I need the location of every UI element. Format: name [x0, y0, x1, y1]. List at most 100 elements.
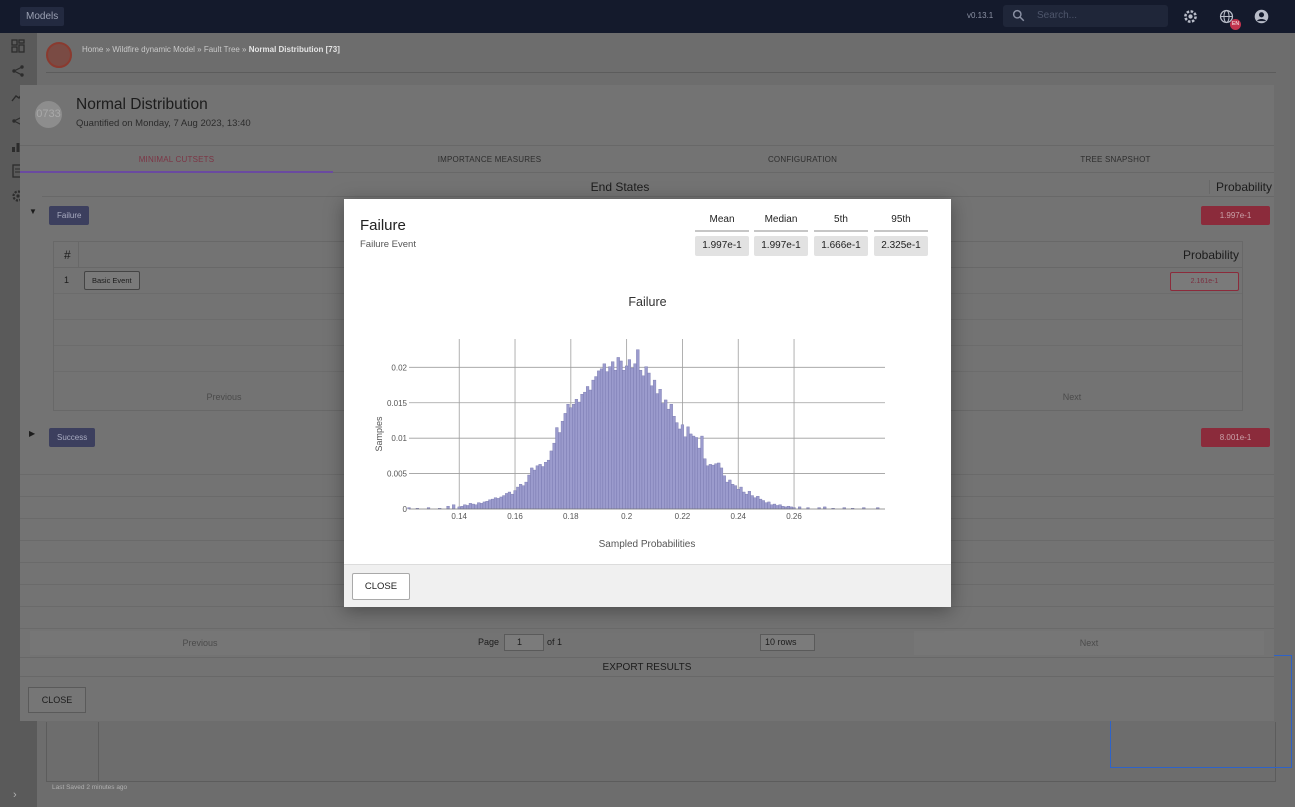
- next-page-button[interactable]: Next: [914, 631, 1264, 655]
- basic-event-chip[interactable]: Basic Event: [84, 271, 140, 290]
- histogram-bar: [625, 365, 629, 510]
- histogram-bar: [499, 496, 503, 510]
- x-tick-label: 0.14: [451, 512, 467, 521]
- histogram-bar: [764, 502, 768, 510]
- histogram-bar: [708, 464, 712, 510]
- histogram-bar: [560, 420, 565, 510]
- state-chip-success[interactable]: Success: [49, 428, 96, 447]
- x-tick-label: 0.2: [621, 512, 633, 521]
- histogram-bar: [745, 493, 749, 510]
- x-tick-label: 0.22: [675, 512, 691, 521]
- cutsets-next-button[interactable]: Next: [902, 384, 1242, 410]
- histogram-bar: [555, 427, 559, 510]
- histogram-bar: [703, 458, 707, 510]
- histogram-bar: [722, 475, 726, 510]
- previous-page-button[interactable]: Previous: [30, 631, 370, 655]
- state-probability-failure: 1.997e-1: [1201, 206, 1270, 225]
- collapse-arrow-icon[interactable]: ▼: [29, 207, 37, 216]
- quantification-close-button[interactable]: CLOSE: [28, 687, 86, 713]
- dashboard-icon[interactable]: [11, 39, 25, 53]
- histogram-bar: [599, 368, 604, 510]
- histogram-bar: [758, 498, 763, 510]
- x-tick-label: 0.16: [507, 512, 523, 521]
- histogram-bar: [669, 403, 673, 510]
- y-tick-label: 0.005: [387, 470, 408, 479]
- gear-icon[interactable]: [1182, 8, 1199, 25]
- histogram-bar: [535, 465, 539, 510]
- x-axis-label: Sampled Probabilities: [599, 539, 696, 550]
- histogram-bar: [552, 442, 556, 510]
- histogram-bar: [460, 505, 464, 510]
- histogram-bar: [742, 491, 746, 510]
- state-chip-failure[interactable]: Failure: [49, 206, 90, 225]
- histogram-bar: [544, 462, 548, 510]
- histogram-bar: [672, 416, 676, 510]
- y-tick-label: 0.015: [387, 399, 408, 408]
- tab-minimal-cutsets[interactable]: MINIMAL CUTSETS: [20, 146, 333, 173]
- histogram-bar: [778, 504, 782, 510]
- histogram-bar: [594, 376, 598, 510]
- histogram-bar: [719, 467, 724, 510]
- histogram-bar: [524, 481, 528, 510]
- histogram-bar: [781, 505, 785, 510]
- end-states-label: End States: [590, 180, 650, 194]
- histogram-bar: [516, 486, 520, 510]
- histogram-bar: [661, 403, 665, 510]
- histogram-bar: [644, 366, 648, 510]
- histogram-bar: [619, 360, 623, 510]
- histogram-bar: [694, 437, 698, 510]
- histogram-bar: [714, 463, 718, 510]
- histogram-bar: [717, 462, 721, 510]
- tab-tree-snapshot[interactable]: TREE SNAPSHOT: [959, 146, 1272, 173]
- histogram-bar: [666, 408, 671, 510]
- histogram-bar: [611, 361, 615, 510]
- histogram-bar: [602, 363, 606, 510]
- histogram-bar: [641, 375, 645, 510]
- histogram-bar: [502, 495, 506, 510]
- histogram-bar: [655, 393, 659, 510]
- histogram-bar: [541, 466, 545, 510]
- editor-canvas: [46, 722, 1276, 782]
- rows-per-page-select[interactable]: 10 rows: [760, 634, 815, 651]
- histogram-bar: [563, 413, 567, 510]
- histogram-bar: [466, 505, 470, 510]
- histogram-bar: [482, 501, 486, 510]
- search-icon: [1012, 9, 1025, 22]
- search-box[interactable]: Search...: [1003, 5, 1168, 27]
- tab-configuration[interactable]: CONFIGURATION: [646, 146, 959, 173]
- cutsets-previous-button[interactable]: Previous: [54, 384, 394, 410]
- histogram-bar: [488, 499, 492, 510]
- histogram-bar: [479, 503, 484, 510]
- result-tabs: MINIMAL CUTSETS IMPORTANCE MEASURES CONF…: [20, 145, 1274, 173]
- dialog-close-button[interactable]: CLOSE: [352, 573, 410, 600]
- quantification-title: Normal Distribution: [76, 96, 208, 113]
- page-number-input[interactable]: 1: [504, 634, 544, 651]
- histogram-bar: [761, 500, 765, 510]
- export-results-button[interactable]: EXPORT RESULTS: [20, 657, 1274, 677]
- histogram-bar: [616, 357, 620, 510]
- search-input[interactable]: Search...: [1037, 10, 1077, 21]
- editor-toolbar: [46, 72, 1276, 86]
- histogram-bar: [639, 369, 643, 510]
- histogram-bar: [731, 484, 735, 510]
- histogram-bar: [493, 497, 498, 510]
- end-states-pager: Previous Page 1 of 1 10 rows Next: [20, 631, 1274, 655]
- share-icon[interactable]: [11, 64, 25, 78]
- version-label: v0.13.1: [967, 11, 994, 20]
- histogram-bar: [692, 435, 696, 510]
- histogram-bar: [510, 493, 514, 510]
- x-tick-label: 0.18: [563, 512, 579, 521]
- tab-importance-measures[interactable]: IMPORTANCE MEASURES: [333, 146, 646, 173]
- models-button[interactable]: Models: [20, 7, 65, 26]
- page-label: Page: [478, 637, 500, 647]
- probability-header: Probability: [1208, 180, 1272, 194]
- histogram-bar: [572, 403, 576, 510]
- histogram-bar: [452, 504, 456, 510]
- top-bar: Models v0.13.1 Search... EN: [0, 0, 1295, 33]
- expand-chevron-icon[interactable]: ›: [13, 789, 17, 801]
- account-icon[interactable]: [1253, 8, 1270, 25]
- y-tick-label: 0.02: [391, 363, 407, 372]
- expand-arrow-icon[interactable]: ▶: [29, 429, 35, 438]
- breadcrumb-path[interactable]: Home » Wildfire dynamic Model » Fault Tr…: [82, 45, 249, 54]
- histogram-bar: [505, 493, 509, 510]
